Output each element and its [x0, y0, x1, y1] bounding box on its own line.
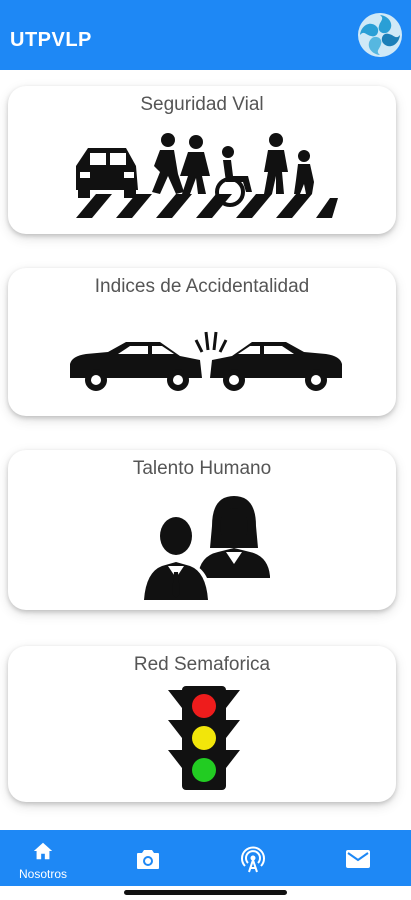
card-title: Seguridad Vial [140, 94, 264, 115]
pedestrian-crossing-icon [76, 133, 338, 218]
app-bar: UTPVLP [0, 0, 411, 70]
mail-icon [346, 850, 370, 868]
tab-camera[interactable] [102, 830, 204, 886]
card-red-semaforica[interactable]: Red Semaforica [8, 646, 396, 802]
card-indices-accidentalidad[interactable]: Indices de Accidentalidad [8, 268, 396, 416]
tab-mail[interactable] [306, 830, 408, 886]
people-icon [140, 496, 270, 600]
bottom-navigation: Nosotros [0, 830, 411, 886]
tab-label: Nosotros [18, 867, 68, 881]
app-title: UTPVLP [10, 29, 92, 51]
tab-nosotros[interactable]: Nosotros [0, 830, 102, 886]
home-icon [33, 842, 53, 860]
home-indicator [124, 890, 287, 895]
car-collision-icon [70, 331, 342, 391]
camera-icon [137, 850, 159, 869]
card-talento-humano[interactable]: Talento Humano [8, 450, 396, 610]
traffic-light-icon [168, 686, 240, 790]
swirl-logo-icon [358, 13, 402, 57]
card-title: Talento Humano [132, 458, 272, 479]
card-seguridad-vial[interactable]: Seguridad Vial [8, 86, 396, 234]
tab-broadcast[interactable] [204, 830, 306, 886]
card-title: Indices de Accidentalidad [94, 276, 310, 297]
card-title: Red Semaforica [133, 654, 271, 675]
broadcast-icon [241, 846, 265, 873]
